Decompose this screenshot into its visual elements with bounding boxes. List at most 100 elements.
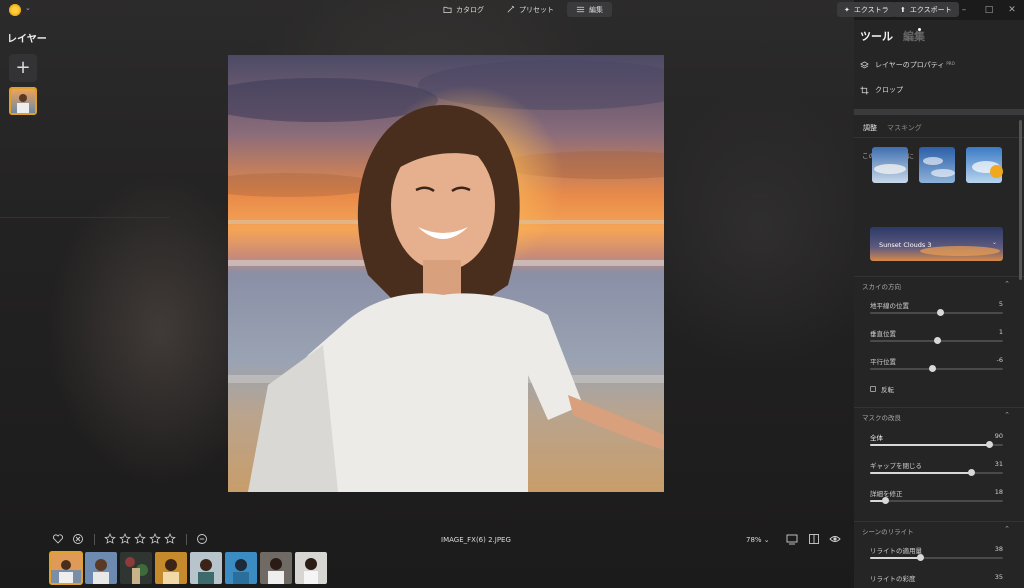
shop-badge-icon (990, 165, 1003, 178)
divider (0, 217, 170, 218)
global-label: 全体 (870, 434, 883, 442)
sparkle-icon: ✦ (844, 5, 850, 14)
parallel-value: -6 (996, 356, 1003, 364)
selected-sky-dropdown[interactable]: Sunset Clouds 3 ⌄ (870, 227, 1003, 261)
export-icon: ⬆ (900, 5, 906, 14)
minimize-icon[interactable]: – (957, 3, 971, 17)
sky-option-1[interactable] (872, 147, 908, 183)
export-button[interactable]: ⬆ エクスポート (893, 2, 959, 17)
panel-scrollbar[interactable] (1019, 120, 1022, 280)
filmstrip-thumb[interactable] (49, 551, 83, 585)
chevron-down-icon[interactable]: ⌄ (25, 4, 31, 12)
divider (854, 407, 1024, 408)
divider (854, 137, 1024, 138)
divider (854, 521, 1024, 522)
section-mask-refine: マスクの改良 (862, 414, 901, 422)
close-gaps-label: ギャップを閉じる (870, 462, 922, 470)
compare-view-icon[interactable] (786, 533, 798, 545)
relight-amount-knob[interactable] (917, 554, 925, 561)
zoom-level[interactable]: 78% ⌄ (746, 536, 770, 544)
selected-sky-name: Sunset Clouds 3 (879, 241, 932, 249)
parallel-label: 平行位置 (870, 358, 896, 366)
zoom-value: 78% (746, 536, 762, 544)
star-5-icon[interactable] (164, 533, 176, 545)
tab-catalog[interactable]: カタログ (434, 2, 493, 17)
extra-button-label: エクストラ (853, 5, 889, 14)
divider (94, 534, 95, 545)
chevron-up-icon[interactable]: ⌃ (1004, 280, 1010, 288)
relight-amount-value: 38 (994, 545, 1003, 553)
split-view-icon[interactable] (808, 533, 820, 545)
close-gaps-knob[interactable] (967, 469, 975, 476)
tab-presets[interactable]: プリセット (497, 2, 563, 17)
filmstrip-thumb[interactable] (85, 552, 117, 584)
crop-label: クロップ (875, 86, 903, 94)
relight-saturation-value: 35 (994, 573, 1003, 581)
fix-detail-value: 18 (994, 488, 1003, 496)
filmstrip-thumb[interactable] (295, 552, 327, 584)
pro-badge: PRO (946, 60, 955, 66)
sliders-icon (576, 6, 585, 13)
crop-icon (860, 85, 869, 95)
filmstrip-thumb[interactable] (225, 552, 257, 584)
title-bar: ⌄ カタログ プリセット 編集 ✦ エクストラ ⬆ エクスポート – □ ✕ (0, 0, 1024, 20)
filmstrip-thumb[interactable] (155, 552, 187, 584)
bottom-toolbar: IMAGE_FX(6) 2.JPEG 78% ⌄ (0, 530, 854, 548)
sky-option-2[interactable] (919, 147, 955, 183)
tab-edit-label: 編集 (589, 5, 603, 14)
relight-amount-label: リライトの適用量 (870, 547, 922, 555)
section-sky-direction: スカイの方向 (862, 283, 901, 291)
more-options-icon[interactable] (196, 533, 208, 545)
flip-checkbox[interactable]: 反転 (870, 384, 894, 394)
tab-edits[interactable]: 編集 (903, 28, 925, 44)
section-scene-relight: シーンのリライト (862, 528, 914, 536)
subtab-adjust[interactable]: 調整 (863, 123, 877, 133)
tab-tools[interactable]: ツール (860, 28, 893, 44)
eye-icon[interactable] (829, 533, 841, 545)
layers-title: レイヤー (7, 34, 47, 45)
filmstrip-thumb[interactable] (120, 552, 152, 584)
star-2-icon[interactable] (119, 533, 131, 545)
layer-thumbnail[interactable] (9, 87, 37, 115)
divider (186, 534, 187, 545)
filmstrip (49, 551, 327, 585)
global-value: 90 (994, 432, 1003, 440)
subtab-masking[interactable]: マスキング (887, 123, 922, 133)
flip-label: 反転 (881, 386, 894, 394)
star-1-icon[interactable] (104, 533, 116, 545)
extra-button[interactable]: ✦ エクストラ (837, 2, 896, 17)
layers-icon (860, 60, 869, 68)
chevron-up-icon[interactable]: ⌃ (1004, 411, 1010, 419)
app-logo-icon[interactable] (8, 3, 22, 17)
magic-wand-icon (507, 5, 515, 13)
filmstrip-thumb[interactable] (190, 552, 222, 584)
tab-catalog-label: カタログ (456, 5, 484, 14)
filmstrip-thumb[interactable] (260, 552, 292, 584)
horizon-label: 地平線の位置 (870, 302, 909, 310)
tab-edit[interactable]: 編集 (567, 2, 612, 17)
star-4-icon[interactable] (149, 533, 161, 545)
add-layer-button[interactable]: + (9, 54, 37, 82)
sub-tabs: 調整 マスキング (863, 123, 922, 133)
crop-row[interactable]: クロップ (860, 85, 903, 95)
reject-icon[interactable] (72, 533, 84, 545)
vertical-label: 垂直位置 (870, 330, 896, 338)
heart-icon[interactable] (52, 533, 64, 545)
divider (854, 276, 1024, 277)
file-name: IMAGE_FX(6) 2.JPEG (441, 536, 511, 544)
maximize-icon[interactable]: □ (982, 3, 996, 17)
horizon-value: 5 (998, 300, 1003, 308)
panel-tabs: ツール 編集 (860, 28, 925, 44)
checkbox[interactable] (870, 386, 876, 392)
main-photo[interactable] (228, 55, 664, 492)
close-icon[interactable]: ✕ (1005, 3, 1019, 17)
chevron-up-icon[interactable]: ⌃ (1004, 525, 1010, 533)
star-3-icon[interactable] (134, 533, 146, 545)
parallel-knob[interactable] (929, 365, 936, 372)
export-button-label: エクスポート (909, 5, 952, 14)
horizon-knob[interactable] (936, 309, 944, 316)
chevron-down-icon: ⌄ (991, 239, 997, 246)
layer-properties-row[interactable]: レイヤーのプロパティ PRO (860, 60, 955, 70)
folder-icon (443, 6, 452, 14)
main-nav: カタログ プリセット 編集 (434, 2, 612, 17)
